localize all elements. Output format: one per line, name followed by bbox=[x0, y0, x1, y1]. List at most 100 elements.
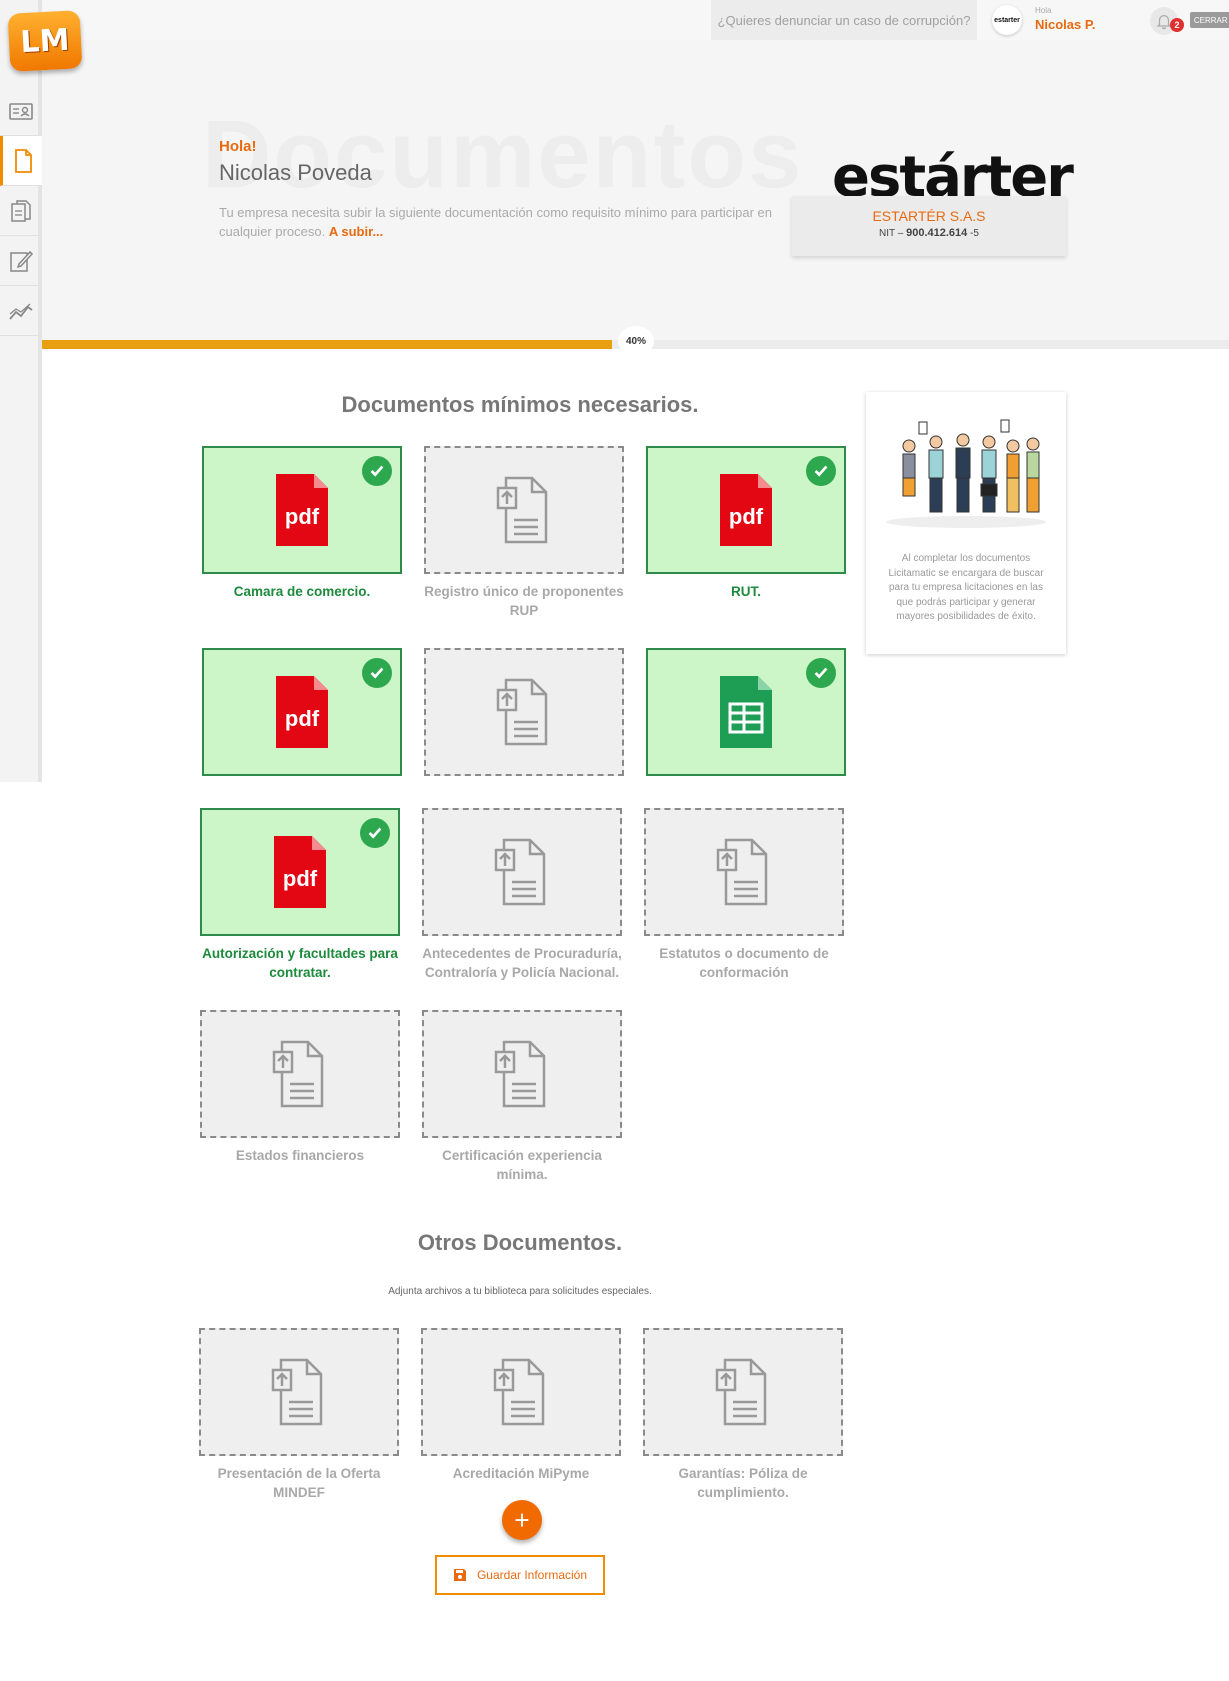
svg-text:pdf: pdf bbox=[285, 706, 320, 731]
document-label: Estados financieros bbox=[235, 1148, 365, 1163]
document-label: Camara de comercio. bbox=[233, 584, 371, 599]
pdf-file-icon: pdf bbox=[276, 474, 328, 546]
document-dropzone[interactable] bbox=[643, 1328, 843, 1456]
add-document-button[interactable]: + bbox=[502, 1500, 542, 1540]
document-card[interactable]: Antecedentes de Procuraduría, Contralorí… bbox=[422, 808, 622, 982]
document-dropzone[interactable]: pdf bbox=[646, 446, 846, 574]
notifications-badge: 2 bbox=[1170, 18, 1184, 32]
upload-file-icon bbox=[494, 1040, 546, 1108]
document-dropzone[interactable] bbox=[422, 808, 622, 936]
team-illustration bbox=[886, 419, 1046, 528]
document-dropzone[interactable] bbox=[646, 648, 846, 776]
svg-text:pdf: pdf bbox=[729, 504, 764, 529]
document-label: Presentación de la Oferta MINDEF bbox=[217, 1466, 381, 1500]
sidebar-item-edit[interactable] bbox=[0, 236, 42, 286]
upload-file-icon bbox=[496, 678, 548, 746]
user-name[interactable]: Nicolas P. bbox=[1035, 17, 1095, 32]
greeting: Hola! bbox=[219, 138, 257, 155]
document-card[interactable]: Presentación de la Oferta MINDEF bbox=[199, 1328, 399, 1502]
other-docs-subtitle: Adjunta archivos a tu biblioteca para so… bbox=[388, 1286, 652, 1297]
upload-file-icon bbox=[494, 838, 546, 906]
document-card[interactable]: Garantías: Póliza de cumplimiento. bbox=[643, 1328, 843, 1502]
document-label: Estatutos o documento de conformación bbox=[659, 946, 829, 980]
save-icon bbox=[453, 1569, 466, 1581]
nit-prefix: NIT – bbox=[879, 228, 904, 239]
document-card[interactable]: Estados financieros bbox=[200, 1010, 400, 1165]
check-icon bbox=[360, 818, 390, 848]
company-name: ESTARTÉR S.A.S bbox=[872, 208, 986, 224]
report-corruption-link[interactable]: ¿Quieres denunciar un caso de corrupción… bbox=[711, 0, 977, 40]
document-dropzone[interactable] bbox=[199, 1328, 399, 1456]
check-icon bbox=[806, 658, 836, 688]
svg-text:pdf: pdf bbox=[283, 866, 318, 891]
company-nit: NIT – 900.412.614 -5 bbox=[792, 227, 1066, 239]
progress-label: 40% bbox=[618, 326, 654, 356]
sidebar-item-documents[interactable] bbox=[0, 136, 42, 186]
document-label: Autorización y facultades para contratar… bbox=[202, 946, 398, 980]
document-dropzone[interactable] bbox=[424, 446, 624, 574]
document-label: Registro único de proponentes RUP bbox=[424, 584, 624, 618]
svg-text:pdf: pdf bbox=[285, 504, 320, 529]
nit-suffix: -5 bbox=[970, 228, 979, 239]
nit-number: 900.412.614 bbox=[906, 227, 968, 239]
document-dropzone[interactable] bbox=[422, 1010, 622, 1138]
pdf-file-icon: pdf bbox=[276, 676, 328, 748]
app-logo-text: LM bbox=[19, 22, 71, 60]
document-card[interactable]: pdf Autorización y facultades para contra… bbox=[200, 808, 400, 982]
document-card[interactable]: pdf RUT. bbox=[646, 446, 846, 601]
upload-file-icon bbox=[272, 1040, 324, 1108]
document-dropzone[interactable]: pdf bbox=[202, 446, 402, 574]
save-button[interactable]: Guardar Información bbox=[435, 1555, 605, 1595]
pdf-file-icon: pdf bbox=[720, 474, 772, 546]
document-card[interactable]: Acreditación MiPyme bbox=[421, 1328, 621, 1483]
other-docs-title: Otros Documentos. bbox=[417, 1230, 623, 1255]
page: LM ¿Quieres denunciar un caso de corrupc… bbox=[0, 0, 1229, 1681]
document-label: Antecedentes de Procuraduría, Contralorí… bbox=[422, 946, 622, 980]
document-dropzone[interactable]: pdf bbox=[200, 808, 400, 936]
document-card[interactable] bbox=[424, 648, 624, 784]
user-full-name: Nicolas Poveda bbox=[219, 160, 372, 185]
sidebar-item-library[interactable] bbox=[0, 186, 42, 236]
info-card: Al completar los documentos Licitamatic … bbox=[866, 392, 1066, 654]
check-icon bbox=[362, 456, 392, 486]
document-card[interactable]: Estatutos o documento de conformación bbox=[644, 808, 844, 982]
document-dropzone[interactable] bbox=[424, 648, 624, 776]
top-bar: ¿Quieres denunciar un caso de corrupción… bbox=[42, 0, 1229, 40]
check-icon bbox=[806, 456, 836, 486]
document-card[interactable]: Registro único de proponentes RUP bbox=[424, 446, 624, 620]
info-card-text: Al completar los documentos Licitamatic … bbox=[888, 553, 1044, 622]
documents-icon bbox=[11, 199, 31, 222]
save-button-label: Guardar Información bbox=[476, 1568, 588, 1582]
upload-file-icon bbox=[715, 1358, 767, 1426]
document-label: Acreditación MiPyme bbox=[452, 1466, 590, 1481]
upload-link[interactable]: A subir... bbox=[329, 224, 383, 239]
upload-file-icon bbox=[716, 838, 768, 906]
upload-file-icon bbox=[496, 476, 548, 544]
document-card[interactable]: pdf bbox=[202, 648, 402, 784]
hero: Documentos Hola! Nicolas Poveda Tu empre… bbox=[42, 40, 1229, 340]
company-avatar[interactable]: estarter bbox=[992, 5, 1022, 35]
hero-description-text: Tu empresa necesita subir la siguiente d… bbox=[219, 205, 773, 239]
app-logo[interactable]: LM bbox=[7, 10, 83, 72]
sidebar-item-stats[interactable] bbox=[0, 286, 42, 336]
chart-icon bbox=[9, 303, 33, 320]
sidebar-item-profile[interactable] bbox=[0, 86, 42, 136]
document-dropzone[interactable] bbox=[644, 808, 844, 936]
hero-description: Tu empresa necesita subir la siguiente d… bbox=[219, 203, 774, 241]
document-card[interactable] bbox=[646, 648, 846, 784]
document-dropzone[interactable] bbox=[200, 1010, 400, 1138]
document-label: Garantías: Póliza de cumplimiento. bbox=[678, 1466, 808, 1500]
logout-button[interactable]: CERRAR SESIÓN bbox=[1190, 12, 1229, 28]
edit-icon bbox=[10, 250, 34, 272]
document-card[interactable]: pdf Camara de comercio. bbox=[202, 446, 402, 601]
upload-file-icon bbox=[271, 1358, 323, 1426]
document-dropzone[interactable]: pdf bbox=[202, 648, 402, 776]
company-card: ESTARTÉR S.A.S NIT – 900.412.614 -5 bbox=[792, 196, 1066, 256]
document-dropzone[interactable] bbox=[421, 1328, 621, 1456]
document-card[interactable]: Certificación experiencia mínima. bbox=[422, 1010, 622, 1184]
document-label: RUT. bbox=[731, 584, 761, 599]
greeting-small: Hola bbox=[1035, 6, 1052, 15]
id-card-icon bbox=[9, 102, 33, 120]
sidebar bbox=[0, 0, 42, 782]
spreadsheet-file-icon bbox=[720, 676, 772, 748]
